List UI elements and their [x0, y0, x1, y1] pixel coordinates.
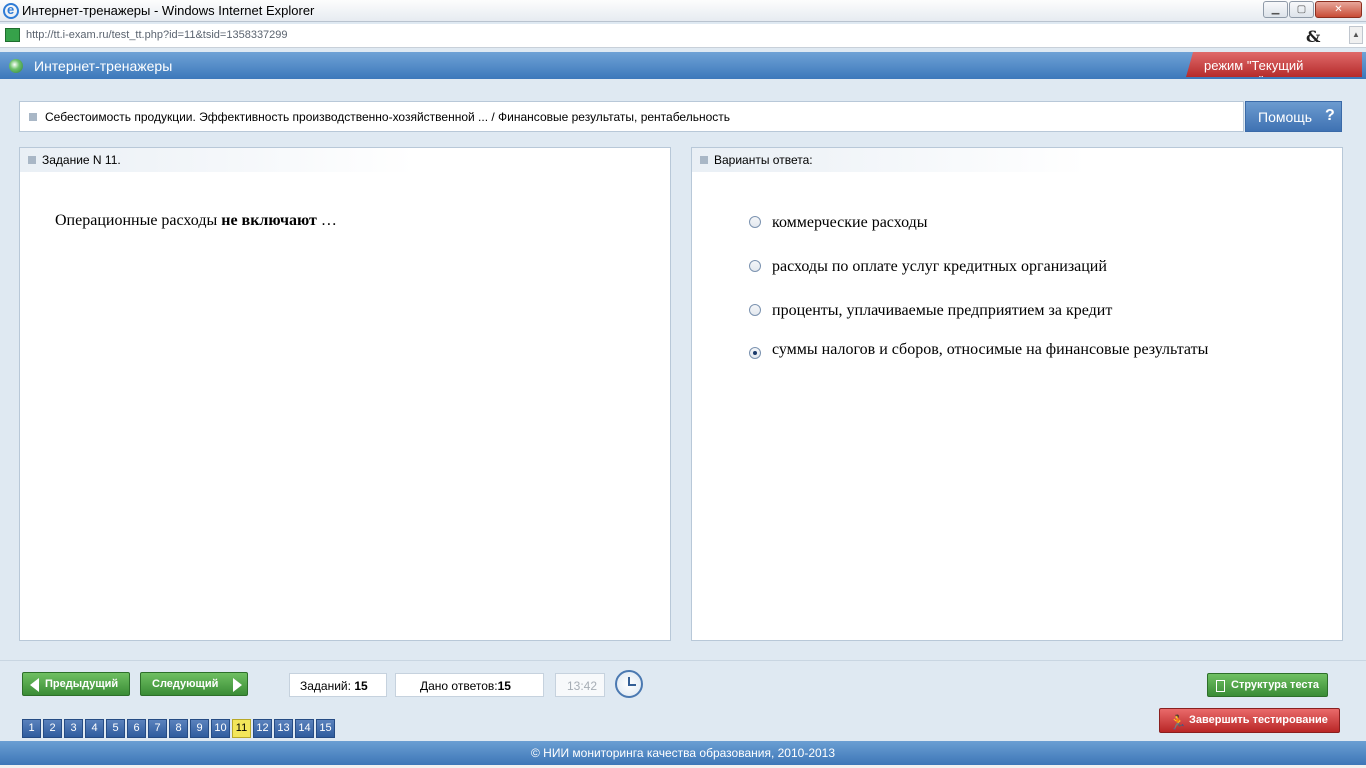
topic-text: Себестоимость продукции. Эффективность п… — [45, 110, 731, 124]
tasks-label: Заданий: — [300, 679, 355, 693]
task-panel-header: Задание N 11. — [20, 148, 415, 172]
minimize-button[interactable]: ▁ — [1263, 1, 1288, 18]
footer-copyright: © НИИ мониторинга качества образования, … — [0, 741, 1366, 765]
clock-icon — [615, 670, 643, 698]
scroll-up-button[interactable]: ▲ — [1349, 26, 1363, 44]
tasks-count-box: Заданий: 15 — [289, 673, 387, 697]
page-button-8[interactable]: 8 — [169, 719, 188, 738]
answers-count-box: Дано ответов:15 — [395, 673, 544, 697]
finish-test-label: Завершить тестирование — [1189, 714, 1328, 726]
page-button-4[interactable]: 4 — [85, 719, 104, 738]
bullet-square-icon — [29, 113, 37, 121]
answers-given-value: 15 — [497, 679, 511, 693]
previous-label: Предыдущий — [45, 678, 119, 690]
close-window-button[interactable]: ✕ — [1315, 1, 1362, 18]
page-button-6[interactable]: 6 — [127, 719, 146, 738]
arrow-left-icon — [30, 678, 39, 692]
task-header: Задание N 11. — [42, 153, 121, 167]
previous-button[interactable]: Предыдущий — [22, 672, 130, 696]
answer-radio-4[interactable] — [749, 347, 761, 359]
page-button-5[interactable]: 5 — [106, 719, 125, 738]
page-button-12[interactable]: 12 — [253, 719, 272, 738]
test-structure-button[interactable]: Структура теста — [1207, 673, 1328, 697]
question-pager: 1 2 3 4 5 6 7 8 9 10 11 12 13 14 15 — [22, 719, 335, 738]
tasks-value: 15 — [354, 679, 368, 693]
window-title: Интернет-тренажеры - Windows Internet Ex… — [22, 3, 315, 18]
answer-radio-2[interactable] — [749, 260, 761, 272]
page-button-1[interactable]: 1 — [22, 719, 41, 738]
next-button[interactable]: Следующий — [140, 672, 248, 696]
answers-panel: Варианты ответа: коммерческие расходы ра… — [691, 147, 1343, 641]
answer-option-2[interactable]: расходы по оплате услуг кредитных органи… — [772, 257, 1212, 277]
answers-given-label: Дано ответов: — [420, 679, 498, 693]
bullet-square-icon — [28, 156, 36, 164]
page-button-11[interactable]: 11 — [232, 719, 251, 738]
page-button-14[interactable]: 14 — [295, 719, 314, 738]
page-button-13[interactable]: 13 — [274, 719, 293, 738]
bullet-square-icon — [700, 156, 708, 164]
page-button-15[interactable]: 15 — [316, 719, 335, 738]
finish-test-button[interactable]: 🏃 Завершить тестирование — [1159, 708, 1340, 733]
test-structure-label: Структура теста — [1231, 679, 1320, 691]
arrow-right-icon — [233, 678, 242, 692]
answer-radio-3[interactable] — [749, 304, 761, 316]
page-button-10[interactable]: 10 — [211, 719, 230, 738]
page-button-9[interactable]: 9 — [190, 719, 209, 738]
maximize-button[interactable]: ▢ — [1289, 1, 1314, 18]
site-favicon-icon — [5, 28, 20, 42]
question-emphasis: не включают — [221, 212, 317, 229]
answer-radio-1[interactable] — [749, 216, 761, 228]
help-label: Помощь — [1258, 109, 1313, 125]
question-suffix: … — [316, 212, 337, 229]
answer-option-3[interactable]: проценты, уплачиваемые предприятием за к… — [772, 301, 1212, 321]
question-mark-icon: ? — [1325, 107, 1335, 124]
answer-option-4[interactable]: суммы налогов и сборов, относимые на фин… — [772, 340, 1212, 360]
compatibility-view-icon[interactable]: & — [1306, 27, 1346, 46]
running-man-icon: 🏃 — [1169, 714, 1187, 730]
app-title: Интернет-тренажеры — [34, 58, 173, 74]
url-text[interactable]: http://tt.i-exam.ru/test_tt.php?id=11&ts… — [26, 29, 288, 41]
help-button[interactable]: Помощь ? — [1245, 101, 1342, 132]
answers-panel-header: Варианты ответа: — [692, 148, 1087, 172]
question-prefix: Операционные расходы — [55, 212, 222, 229]
mode-badge: режим "Текущий контроль" — [1186, 52, 1362, 77]
app-header: Интернет-тренажеры режим "Текущий контро… — [0, 52, 1366, 79]
question-text: Операционные расходы не включают … — [55, 212, 337, 230]
document-list-icon — [1216, 680, 1225, 692]
address-bar[interactable]: http://tt.i-exam.ru/test_tt.php?id=11&ts… — [0, 24, 1366, 48]
answer-option-1[interactable]: коммерческие расходы — [772, 213, 1212, 233]
page-button-2[interactable]: 2 — [43, 719, 62, 738]
page-button-7[interactable]: 7 — [148, 719, 167, 738]
page-button-3[interactable]: 3 — [64, 719, 83, 738]
task-panel: Задание N 11. Операционные расходы не вк… — [19, 147, 671, 641]
topic-breadcrumb: Себестоимость продукции. Эффективность п… — [19, 101, 1244, 132]
ie-logo-icon — [3, 2, 19, 19]
window-titlebar: Интернет-тренажеры - Windows Internet Ex… — [0, 0, 1366, 22]
next-label: Следующий — [152, 678, 219, 690]
answers-header: Варианты ответа: — [714, 153, 813, 167]
app-logo-icon — [9, 59, 23, 73]
timer-display: 13:42 — [555, 673, 605, 697]
